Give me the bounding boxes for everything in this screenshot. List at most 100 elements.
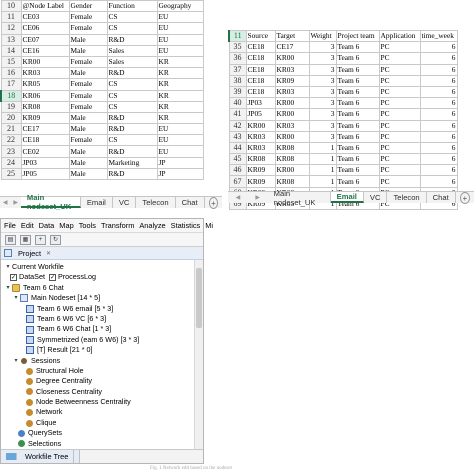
table-cell[interactable]: 1 <box>308 164 337 177</box>
table-cell[interactable]: Team 6 <box>335 85 380 99</box>
row-number[interactable]: 11 <box>0 11 22 24</box>
table-cell[interactable]: CE18 <box>245 63 276 76</box>
table-cell[interactable]: PC <box>378 153 421 166</box>
column-header[interactable]: Gender <box>68 0 108 13</box>
table-cell[interactable]: EU <box>156 134 204 147</box>
table-cell[interactable]: CS <box>106 11 158 24</box>
row-number[interactable]: 20 <box>0 111 22 125</box>
row-number[interactable]: 42 <box>228 119 247 132</box>
dataset-checkbox[interactable]: ✓ <box>10 274 17 282</box>
table-cell[interactable]: Female <box>68 78 108 91</box>
sheet-tab[interactable]: Email <box>330 192 364 203</box>
table-cell[interactable]: R&D <box>106 67 158 80</box>
table-cell[interactable]: KR <box>156 111 204 125</box>
table-cell[interactable]: Team 6 <box>335 63 380 76</box>
tree-item-table[interactable]: Team 6 W6 email [5 * 3] <box>4 304 200 314</box>
table-cell[interactable]: 3 <box>308 52 337 65</box>
table-cell[interactable]: PC <box>378 52 421 65</box>
table-cell[interactable]: 3 <box>308 130 337 143</box>
new-icon[interactable]: + <box>35 234 46 245</box>
column-header[interactable]: time_week <box>419 29 458 43</box>
table-cell[interactable]: KR09 <box>274 74 310 87</box>
scroll-right-icon[interactable]: ▶ <box>255 194 260 201</box>
sheet-tab[interactable]: Main nodeset_UK <box>20 193 81 211</box>
tree-item-session[interactable]: Structural Hole <box>4 366 200 376</box>
sheet-tab[interactable]: Telecon <box>136 197 176 208</box>
table-cell[interactable]: KR <box>156 89 204 102</box>
scroll-left-icon[interactable]: ◀ <box>3 199 8 206</box>
table-cell[interactable]: Female <box>68 134 108 147</box>
table-cell[interactable]: 6 <box>419 63 458 76</box>
table-cell[interactable]: R&D <box>106 145 158 158</box>
table-cell[interactable]: Team 6 <box>335 164 380 177</box>
row-number[interactable]: 15 <box>0 55 22 69</box>
table-cell[interactable]: KR09 <box>245 175 276 188</box>
column-header[interactable]: Function <box>106 0 158 13</box>
table-cell[interactable]: KR08 <box>274 175 310 188</box>
expand-icon[interactable]: ▾ <box>4 262 12 272</box>
table-cell[interactable]: CS <box>106 89 158 102</box>
tree-item-table[interactable]: Team 6 W6 VC [6 * 3] <box>4 314 200 324</box>
row-number[interactable]: 67 <box>228 175 247 188</box>
table-cell[interactable]: CE18 <box>245 41 276 54</box>
table-cell[interactable]: CS <box>106 100 158 113</box>
column-header[interactable]: Geography <box>156 0 204 13</box>
table-cell[interactable]: Male <box>68 111 108 125</box>
table-cell[interactable]: Male <box>68 123 108 136</box>
row-number[interactable]: 13 <box>0 33 22 46</box>
table-cell[interactable]: 6 <box>419 108 458 121</box>
sheet-tab[interactable]: Chat <box>176 197 205 208</box>
table-cell[interactable]: KR08 <box>20 100 70 113</box>
table-cell[interactable]: KR05 <box>20 78 70 91</box>
tree-item-sessions[interactable]: ▾ Sessions <box>4 356 200 366</box>
row-number[interactable]: 11 <box>228 29 247 43</box>
table-cell[interactable]: KR03 <box>245 130 276 143</box>
sheet-tab[interactable]: VC <box>364 192 388 203</box>
table-cell[interactable]: 3 <box>308 97 337 110</box>
table-cell[interactable]: KR03 <box>245 141 276 155</box>
table-cell[interactable]: Male <box>68 44 108 57</box>
table-cell[interactable]: CE18 <box>245 74 276 87</box>
table-cell[interactable]: EU <box>156 145 204 158</box>
table-cell[interactable]: 6 <box>419 130 458 143</box>
table-cell[interactable]: CS <box>106 78 158 91</box>
table-cell[interactable]: Team 6 <box>335 175 380 188</box>
row-number[interactable]: 14 <box>0 44 22 57</box>
table-cell[interactable]: Team 6 <box>335 74 380 87</box>
menu-item[interactable]: Data <box>39 221 55 230</box>
table-cell[interactable]: EU <box>156 11 204 24</box>
table-cell[interactable]: 3 <box>308 119 337 132</box>
menu-item[interactable]: Mi <box>205 221 213 230</box>
vertical-scrollbar[interactable] <box>194 260 203 449</box>
menu-item[interactable]: Map <box>59 221 73 230</box>
tab-workfile-tree[interactable]: Workfile Tree <box>1 450 81 463</box>
row-number[interactable]: 39 <box>228 85 247 99</box>
table-cell[interactable]: Female <box>68 11 108 24</box>
row-number[interactable]: 44 <box>228 141 247 155</box>
column-header[interactable]: Project team <box>335 29 380 43</box>
sheet-tab[interactable]: VC <box>113 197 137 208</box>
tree-item-session[interactable]: Degree Centrality <box>4 376 200 386</box>
menu-item[interactable]: Transform <box>101 221 134 230</box>
table-cell[interactable]: 6 <box>419 41 458 54</box>
processlog-checkbox[interactable]: ✓ <box>48 274 56 282</box>
table-cell[interactable]: CE16 <box>20 44 70 57</box>
row-number[interactable]: 10 <box>0 0 22 13</box>
table-cell[interactable]: Male <box>68 145 108 158</box>
tree-item-session[interactable]: Node Betweenness Centrality <box>4 397 200 407</box>
table-cell[interactable]: Male <box>68 167 108 181</box>
menu-item[interactable]: File <box>4 221 16 230</box>
close-icon[interactable]: ✕ <box>46 250 51 257</box>
menu-item[interactable]: Tools <box>79 221 96 230</box>
row-number[interactable]: 12 <box>0 22 22 35</box>
table-cell[interactable]: KR03 <box>274 63 310 76</box>
expand-icon[interactable]: ▾ <box>4 283 12 293</box>
table-cell[interactable]: PC <box>378 141 421 155</box>
table-cell[interactable]: KR08 <box>274 141 310 155</box>
table-cell[interactable]: R&D <box>106 33 158 46</box>
table-cell[interactable]: 6 <box>419 97 458 110</box>
add-sheet-icon[interactable]: + <box>208 197 218 209</box>
table-cell[interactable]: 3 <box>308 41 337 54</box>
table-cell[interactable]: R&D <box>106 111 158 125</box>
tree-item-session[interactable]: Network <box>4 407 200 417</box>
